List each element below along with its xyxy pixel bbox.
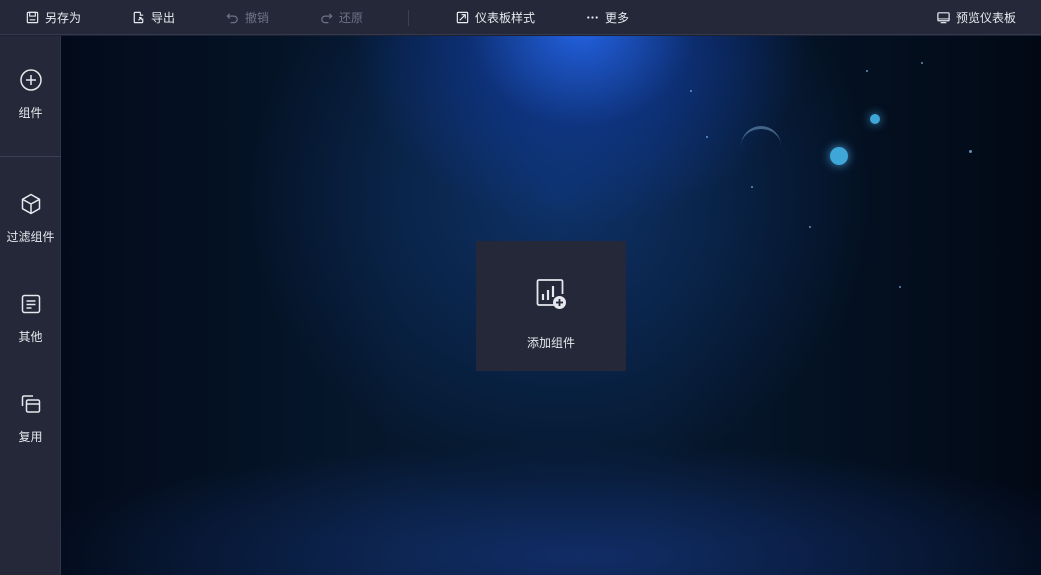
sidebar-item-label: 复用 (18, 430, 43, 444)
star-decoration (706, 136, 708, 138)
more-button[interactable]: 更多 (585, 0, 629, 35)
redo-label: 还原 (339, 11, 364, 25)
more-label: 更多 (605, 11, 630, 25)
save-as-label: 另存为 (45, 11, 82, 25)
star-decoration (969, 150, 972, 153)
undo-icon (226, 13, 238, 24)
preview-dashboard-label: 预览仪表板 (956, 11, 1017, 25)
undo-button[interactable]: 撤销 (225, 0, 269, 35)
star-decoration (899, 286, 901, 288)
preview-dashboard-button[interactable]: 预览仪表板 (936, 0, 1016, 35)
undo-label: 撤销 (245, 11, 270, 25)
monitor-icon (937, 12, 950, 24)
toolbar-divider (408, 10, 409, 26)
sidebar-item-other[interactable]: 其他 (0, 292, 61, 345)
orb-decoration (870, 114, 880, 124)
document-icon (21, 294, 40, 314)
export-button[interactable]: 导出 (131, 0, 175, 35)
sidebar-item-reuse[interactable]: 复用 (0, 392, 61, 445)
star-decoration (809, 226, 811, 228)
sidebar-item-filter-components[interactable]: 过滤组件 (0, 192, 61, 245)
export-icon (133, 11, 144, 24)
star-decoration (751, 186, 753, 188)
sidebar-item-label: 组件 (18, 106, 43, 120)
star-decoration (690, 90, 692, 92)
export-label: 导出 (151, 11, 176, 25)
planet-decoration (741, 126, 781, 166)
sidebar-item-components[interactable]: 组件 (0, 68, 61, 121)
dashboard-canvas[interactable]: 添加组件 (61, 36, 1041, 575)
add-chart-icon (536, 279, 566, 309)
more-icon (587, 16, 598, 19)
dashboard-style-label: 仪表板样式 (475, 11, 536, 25)
sidebar-item-label: 过滤组件 (6, 230, 55, 244)
orb-decoration (830, 147, 848, 165)
add-component-label: 添加组件 (526, 336, 575, 350)
cube-icon (21, 193, 40, 215)
dashboard-style-icon (456, 11, 469, 24)
add-component-card[interactable]: 添加组件 (476, 241, 626, 371)
save-as-icon (26, 11, 39, 24)
sidebar-divider (0, 156, 61, 157)
star-decoration (921, 62, 923, 64)
top-toolbar: 另存为 导出 撤销 还原 仪表板样式 更多 预览仪表板 (0, 0, 1041, 35)
sidebar-item-label: 其他 (18, 330, 43, 344)
left-sidebar: 组件 过滤组件 其他 复用 (0, 36, 61, 575)
redo-icon (321, 13, 333, 24)
redo-button[interactable]: 还原 (319, 0, 363, 35)
plus-circle-icon (19, 69, 42, 91)
star-decoration (866, 70, 868, 72)
dashboard-style-button[interactable]: 仪表板样式 (455, 0, 535, 35)
save-as-button[interactable]: 另存为 (25, 0, 81, 35)
copy-windows-icon (21, 395, 40, 413)
